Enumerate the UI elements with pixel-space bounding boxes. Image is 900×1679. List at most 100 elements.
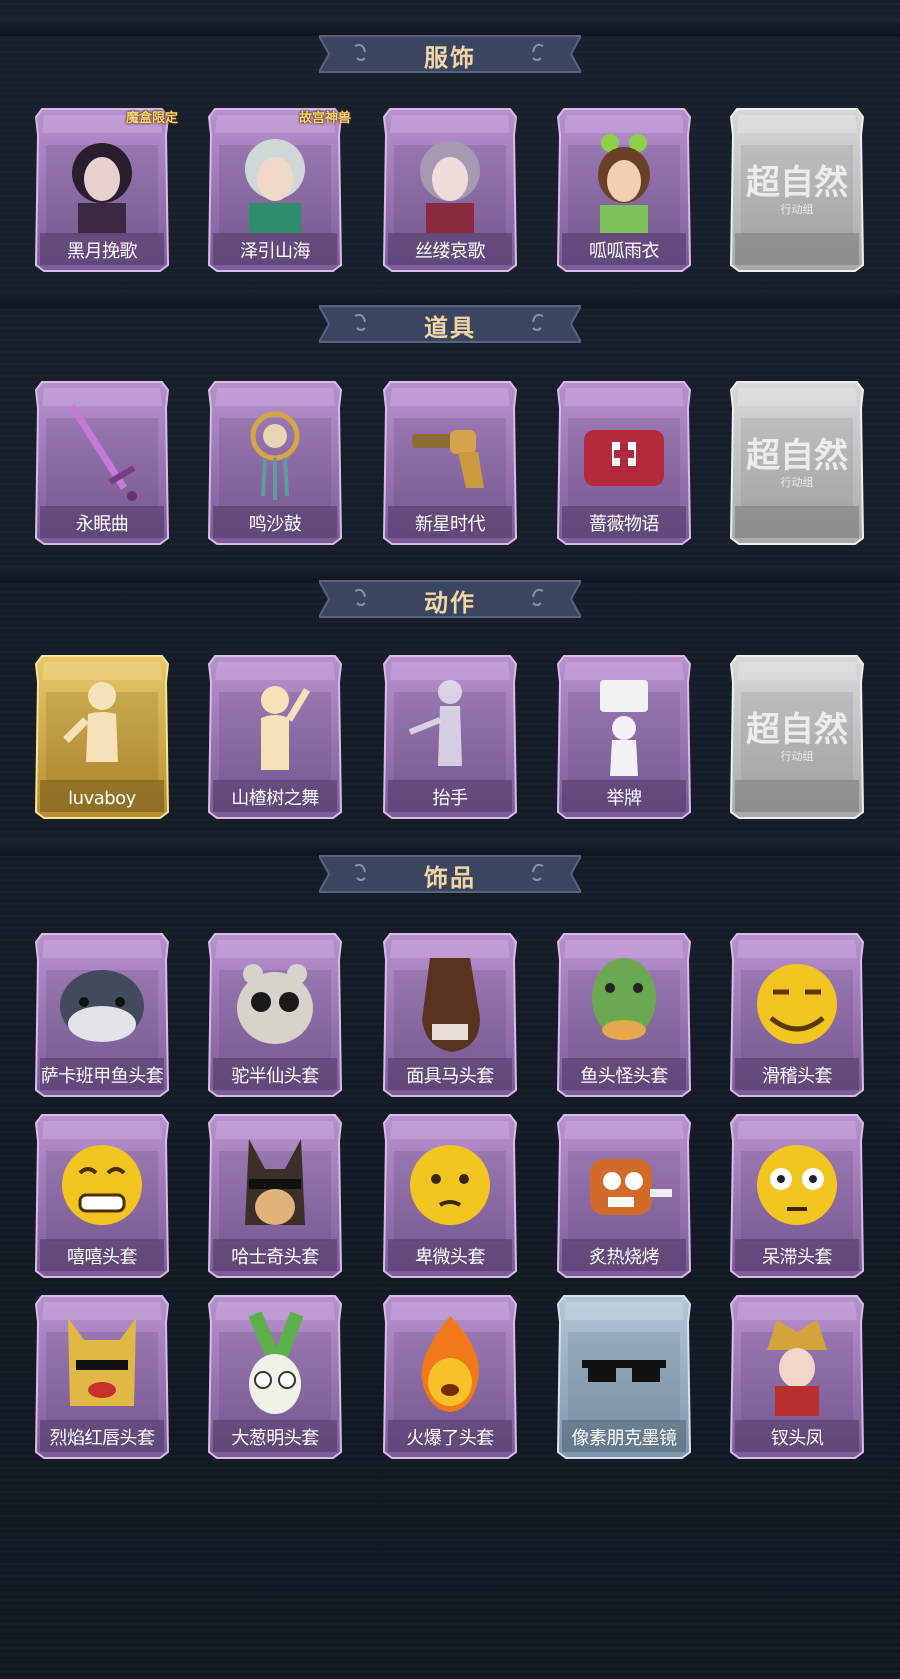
item-label: 永眠曲 [75,514,129,535]
section-title: 服饰 [424,44,476,72]
horse-mask-icon [400,948,500,1058]
item-card[interactable]: 大葱明头套 [205,1292,345,1462]
limited-badge: 故宫神兽 [298,111,351,126]
phoenix-crown-icon [747,1310,847,1420]
dreamcatcher-icon [225,396,325,506]
item-label: 抬手 [432,788,469,809]
locked-item-placeholder[interactable]: 超自然 行动组 [727,652,867,822]
item-label: 山楂树之舞 [231,788,319,809]
smirk-emoji-icon [747,948,847,1058]
item-label: 驼半仙头套 [231,1066,319,1087]
limited-badge: 魔盒限定 [125,111,178,126]
item-label: 烈焰红唇头套 [49,1428,156,1449]
placeholder-logo-text: 超自然 [746,710,848,750]
placeholder-logo-sub: 行动组 [780,476,814,489]
yellow-mask-icon [52,1310,152,1420]
item-card[interactable]: 烈焰红唇头套 [32,1292,172,1462]
item-card[interactable]: 面具马头套 [380,930,520,1100]
item-card[interactable]: 蔷薇物语 [554,378,694,548]
item-label: 泽引山海 [240,241,311,262]
item-card[interactable]: 山楂树之舞 [205,652,345,822]
character-portrait-dark [52,123,152,233]
item-label: 炙热烧烤 [589,1247,660,1268]
item-label: 举牌 [606,788,643,809]
fire-emoji-icon [400,1310,500,1420]
placeholder-logo-text: 超自然 [746,436,848,476]
item-label: 鱼头怪头套 [580,1066,668,1087]
item-label: 钗头凤 [770,1428,824,1449]
item-card[interactable]: 钗头凤 [727,1292,867,1462]
item-label: 呱呱雨衣 [589,241,660,262]
bbq-icon [574,1129,674,1239]
item-card[interactable]: 像素朋克墨镜 [554,1292,694,1462]
fish-head-icon [52,948,152,1058]
item-label: 呆滞头套 [762,1247,833,1268]
item-card[interactable]: 火爆了头套 [380,1292,520,1462]
item-card[interactable]: 滑稽头套 [727,930,867,1100]
item-label: luvaboy [68,788,136,809]
section-title: 饰品 [424,864,476,892]
hold-sign-icon [574,670,674,780]
revolver-icon [400,396,500,506]
item-card[interactable]: 新星时代 [380,378,520,548]
character-portrait-frog [574,123,674,233]
item-label: 火爆了头套 [406,1428,494,1449]
item-label: 大葱明头套 [231,1428,319,1449]
item-card[interactable]: 嘻嘻头套 [32,1111,172,1281]
raise-hand-icon [400,670,500,780]
character-portrait-lace [400,123,500,233]
husky-icon [225,1129,325,1239]
pixel-glasses-icon [574,1310,674,1420]
placeholder-logo-text: 超自然 [746,163,848,203]
section-title: 道具 [424,314,476,342]
item-card[interactable]: 呆滞头套 [727,1111,867,1281]
item-label: 丝缕哀歌 [415,241,486,262]
item-label: 卑微头套 [415,1247,486,1268]
item-label: 像素朋克墨镜 [571,1428,678,1449]
placeholder-logo-sub: 行动组 [780,203,814,216]
item-card[interactable]: 炙热烧烤 [554,1111,694,1281]
dance-pose-icon [225,670,325,780]
medkit-icon [574,396,674,506]
item-card[interactable]: 鱼头怪头套 [554,930,694,1100]
section-title: 动作 [424,589,476,617]
dance-gesture-icon [52,670,152,780]
item-card[interactable]: 魔盒限定黑月挽歌 [32,105,178,275]
item-card[interactable]: 呱呱雨衣 [554,105,694,275]
item-label: 面具马头套 [406,1066,494,1087]
placeholder-logo-sub: 行动组 [780,750,814,763]
item-card[interactable]: 举牌 [554,652,694,822]
locked-item-placeholder[interactable]: 超自然 行动组 [727,105,867,275]
item-card[interactable]: 哈士奇头套 [205,1111,345,1281]
item-label: 新星时代 [415,514,486,535]
dazed-emoji-icon [747,1129,847,1239]
item-card[interactable]: 驼半仙头套 [205,930,345,1100]
item-label: 哈士奇头套 [231,1247,319,1268]
character-portrait-silver [225,123,325,233]
item-card[interactable]: 丝缕哀歌 [380,105,520,275]
bear-sunglasses-icon [225,948,325,1058]
sword-icon [52,396,152,506]
item-label: 嘻嘻头套 [67,1247,138,1268]
item-card[interactable]: 鸣沙鼓 [205,378,345,548]
item-label: 蔷薇物语 [589,514,660,535]
locked-item-placeholder[interactable]: 超自然 行动组 [727,378,867,548]
item-card[interactable]: 抬手 [380,652,520,822]
grin-emoji-icon [52,1129,152,1239]
section-banner: 服饰 [319,30,581,78]
item-label: 滑稽头套 [762,1066,833,1087]
section-banner: 道具 [319,300,581,348]
item-card[interactable]: 永眠曲 [32,378,172,548]
item-card[interactable]: luvaboy [32,652,172,822]
item-card[interactable]: 卑微头套 [380,1111,520,1281]
section-banner: 动作 [319,575,581,623]
humble-emoji-icon [400,1129,500,1239]
item-label: 鸣沙鼓 [248,514,302,535]
section-banner: 饰品 [319,850,581,898]
item-card[interactable]: 故宫神兽泽引山海 [205,105,351,275]
item-label: 黑月挽歌 [67,241,138,262]
fish-monster-icon [574,948,674,1058]
item-label: 萨卡班甲鱼头套 [40,1066,164,1087]
item-card[interactable]: 萨卡班甲鱼头套 [32,930,172,1100]
scallion-icon [225,1310,325,1420]
